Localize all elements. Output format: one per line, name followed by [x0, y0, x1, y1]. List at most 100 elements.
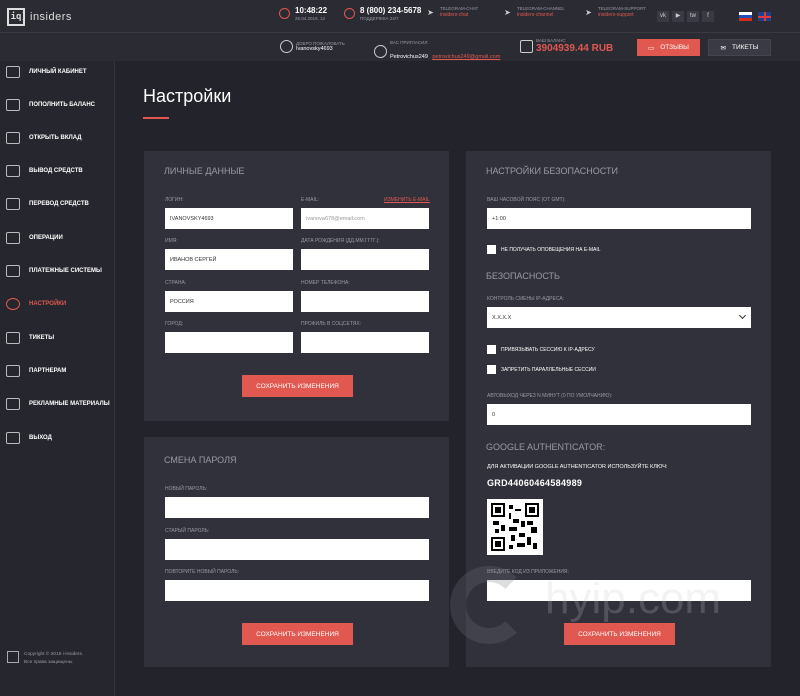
ga-title: GOOGLE AUTHENTICATOR: — [486, 442, 606, 452]
autologout-field[interactable]: 0 — [487, 404, 751, 425]
no-email-notify-row[interactable]: НЕ ПОЛУЧАТЬ ОПОВЕЩЕНИЯ НА E-MAIL — [487, 245, 601, 254]
telegram-support-label: TELEGRAM-SUPPORT — [598, 6, 646, 11]
twitter-icon[interactable]: tw — [687, 11, 699, 22]
sidebar-item-deposit[interactable]: ПОПОЛНИТЬ БАЛАНС — [6, 99, 95, 111]
name-label: ИМЯ: — [165, 238, 178, 244]
phone[interactable]: 8 (800) 234-5678 ПОДДЕРЖКА 24/7 — [344, 6, 421, 21]
qr-code-graphic — [491, 503, 539, 551]
balance-value: 3904939.44 RUB — [536, 43, 614, 54]
security-section-title: БЕЗОПАСНОСТЬ — [486, 271, 560, 281]
ip-control-select[interactable]: X.X.X.X — [487, 307, 751, 328]
phone-label: НОМЕР ТЕЛЕФОНА: — [301, 280, 350, 286]
sidebar-item-label: ПАРТНЕРАМ — [29, 368, 67, 374]
sidebar-item-withdraw[interactable]: ВЫВОД СРЕДСТВ — [6, 165, 83, 177]
new-password-field[interactable] — [165, 497, 429, 518]
timezone-label: ВАШ ЧАСОВОЙ ПОЯС (ОТ GMT): — [487, 197, 566, 203]
invited-block: ВАС ПРИГЛАСИЛ: Petrovichus249 petrovichu… — [374, 40, 500, 63]
partners-icon — [6, 365, 20, 377]
country-field[interactable]: РОССИЯ — [165, 291, 293, 312]
clock-date: 25.04.2019, 12 — [295, 15, 326, 21]
social-profile-field[interactable] — [301, 332, 429, 353]
wallet-icon — [6, 265, 20, 277]
old-password-field[interactable] — [165, 539, 429, 560]
safe-icon — [6, 132, 20, 144]
youtube-icon[interactable]: ▶ — [672, 11, 684, 22]
telegram-channel[interactable]: ➤ TELEGRAM-CHANNEL insiders-channel — [503, 6, 565, 18]
bind-session-checkbox[interactable] — [487, 345, 496, 354]
logo[interactable]: [iq] insiders — [5, 8, 72, 26]
vk-icon[interactable]: vk — [657, 11, 669, 22]
sidebar-item-label: ПЛАТЕЖНЫЕ СИСТЕМЫ — [29, 268, 102, 274]
transfer-icon — [6, 198, 20, 210]
forbid-parallel-row[interactable]: ЗАПРЕТИТЬ ПАРАЛЛЕЛЬНЫЕ СЕССИИ — [487, 365, 596, 374]
phone-number: 8 (800) 234-5678 — [360, 6, 422, 15]
sidebar-item-settings[interactable]: НАСТРОЙКИ — [6, 298, 66, 310]
name-field[interactable]: ИВАНОВ СЕРГЕЙ — [165, 249, 293, 270]
welcome-block: ДОБРО ПОЖАЛОВАТЬ Ivanovsky4693 — [280, 40, 345, 53]
user-bar: ДОБРО ПОЖАЛОВАТЬ Ivanovsky4693 ВАС ПРИГЛ… — [0, 33, 800, 61]
no-email-notify-label: НЕ ПОЛУЧАТЬ ОПОВЕЩЕНИЯ НА E-MAIL — [501, 246, 601, 253]
city-field[interactable] — [165, 332, 293, 353]
sidebar-item-operations[interactable]: ОПЕРАЦИИ — [6, 232, 63, 244]
telegram-channel-link[interactable]: insiders-channel — [517, 12, 565, 19]
repeat-password-field[interactable] — [165, 580, 429, 601]
sidebar-item-partners[interactable]: ПАРТНЕРАМ — [6, 365, 66, 377]
change-email-link[interactable]: ИЗМЕНИТЬ E-MAIL — [384, 197, 430, 203]
coins-icon — [520, 39, 533, 53]
calendar-icon — [6, 232, 20, 244]
flag-ru-icon[interactable] — [739, 12, 752, 21]
phone-field[interactable] — [301, 291, 429, 312]
clock-time: 10:48:22 — [295, 6, 328, 15]
sidebar-item-transfer[interactable]: ПЕРЕВОД СРЕДСТВ — [6, 198, 89, 210]
reviews-button[interactable]: ▭ ОТЗЫВЫ — [637, 39, 700, 56]
ad-icon — [6, 398, 20, 410]
autologout-label: АВТОВЫХОД ЧЕРЕЗ N МИНУТ (0 ПО УМОЛЧАНИЮ)… — [487, 393, 613, 399]
birth-date-field[interactable] — [301, 249, 429, 270]
facebook-icon[interactable]: f — [702, 11, 714, 22]
ga-key-label: ДЛЯ АКТИВАЦИИ GOOGLE AUTHENTICATOR ИСПОЛ… — [487, 464, 668, 470]
chat-icon: ▭ — [648, 44, 655, 52]
sidebar-item-account[interactable]: ЛИЧНЫЙ КАБИНЕТ — [6, 66, 87, 78]
telegram-chat-link[interactable]: insiders-chat — [440, 12, 478, 19]
logo-small-icon — [7, 651, 19, 663]
timezone-field[interactable]: +1:00 — [487, 208, 751, 229]
save-password-button[interactable]: СОХРАНИТЬ ИЗМЕНЕНИЯ — [242, 623, 353, 645]
bind-session-label: ПРИВЯЗЫВАТЬ СЕССИЮ К IP-АДРЕСУ — [501, 346, 595, 353]
sidebar-item-label: ОТКРЫТЬ ВКЛАД — [29, 135, 82, 141]
qr-code-icon — [487, 499, 543, 555]
telegram-support-link[interactable]: insiders-support — [598, 12, 646, 19]
telegram-support[interactable]: ➤ TELEGRAM-SUPPORT insiders-support — [584, 6, 646, 18]
invited-user: Petrovichus249 — [390, 54, 428, 60]
coins-up-icon — [6, 99, 20, 111]
city-label: ГОРОД: — [165, 321, 184, 327]
sidebar-item-label: РЕКЛАМНЫЕ МАТЕРИАЛЫ — [29, 401, 110, 407]
flag-en-icon[interactable] — [758, 12, 771, 21]
sidebar-item-logout[interactable]: ВЫХОД — [6, 432, 52, 444]
telegram-chat-label: TELEGRAM-CHAT — [440, 6, 479, 11]
sidebar-item-tickets[interactable]: ТИКЕТЫ — [6, 332, 54, 344]
save-personal-button[interactable]: СОХРАНИТЬ ИЗМЕНЕНИЯ — [242, 375, 353, 397]
social-profile-label: ПРОФИЛЬ В СОЦСЕТЯХ: — [301, 321, 362, 327]
birth-date-label: ДАТА РОЖДЕНИЯ (ДД.ММ.ГГГГ.): — [301, 238, 380, 244]
forbid-parallel-checkbox[interactable] — [487, 365, 496, 374]
sidebar-item-payment-systems[interactable]: ПЛАТЕЖНЫЕ СИСТЕМЫ — [6, 265, 102, 277]
balance-block: ВАШ БАЛАНС 3904939.44 RUB — [520, 38, 613, 54]
sidebar-item-promo[interactable]: РЕКЛАМНЫЕ МАТЕРИАЛЫ — [6, 398, 110, 410]
top-bar: [iq] insiders 10:48:22 25.04.2019, 12 8 … — [0, 0, 800, 33]
save-security-button[interactable]: СОХРАНИТЬ ИЗМЕНЕНИЯ — [564, 623, 675, 645]
sidebar-item-label: ЛИЧНЫЙ КАБИНЕТ — [29, 69, 87, 75]
invited-email[interactable]: petrovichus249@gmail.com — [432, 54, 500, 60]
telegram-chat[interactable]: ➤ TELEGRAM-CHAT insiders-chat — [426, 6, 478, 18]
user-add-icon — [374, 45, 387, 58]
sidebar-item-label: ВЫВОД СРЕДСТВ — [29, 168, 83, 174]
telegram-icon: ➤ — [504, 7, 511, 17]
sidebar-item-open-investment[interactable]: ОТКРЫТЬ ВКЛАД — [6, 132, 82, 144]
email-field[interactable]: ivanova678@email.com — [301, 208, 429, 229]
bind-session-row[interactable]: ПРИВЯЗЫВАТЬ СЕССИЮ К IP-АДРЕСУ — [487, 345, 595, 354]
login-label: ЛОГИН: — [165, 197, 184, 203]
page-title: Настройки — [143, 86, 232, 106]
tickets-button[interactable]: ✉ ТИКЕТЫ — [708, 39, 771, 56]
login-field[interactable]: IVANOVSKY4693 — [165, 208, 293, 229]
ga-code-field[interactable] — [487, 580, 751, 601]
no-email-notify-checkbox[interactable] — [487, 245, 496, 254]
